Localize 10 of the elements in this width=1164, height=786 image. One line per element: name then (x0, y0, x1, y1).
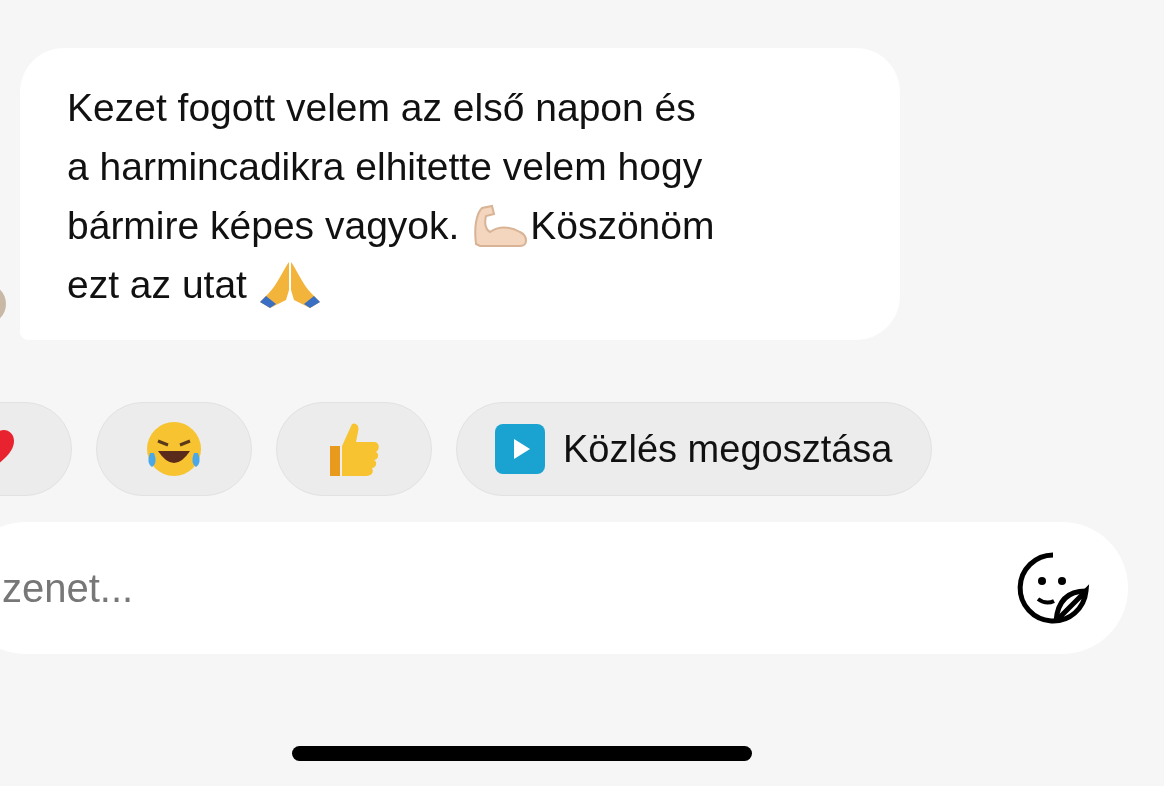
play-icon (495, 424, 545, 474)
sticker-icon[interactable] (1016, 551, 1090, 625)
message-text: Köszönöm (530, 203, 715, 249)
message-text: a harmincadikra elhitette velem hogy (67, 144, 703, 190)
message-text: Kezet fogott velem az első napon és (67, 85, 696, 131)
message-text: bármire képes vagyok. (67, 203, 461, 249)
share-post-button[interactable]: Közlés megosztása (456, 402, 932, 496)
laughing-face-icon (144, 419, 204, 479)
message-field[interactable]: zenet... (0, 564, 604, 612)
message-text: ezt az utat (67, 262, 248, 308)
